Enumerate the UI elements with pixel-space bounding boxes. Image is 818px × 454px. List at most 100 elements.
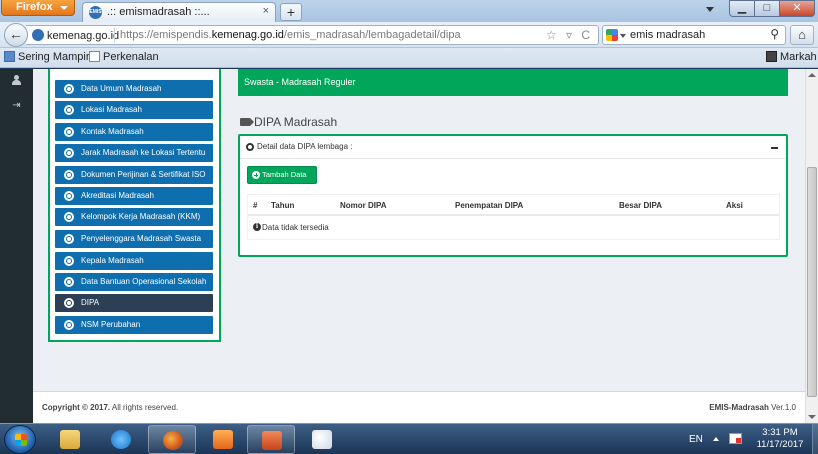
circle-dot-icon	[64, 320, 74, 330]
search-engine-dropdown-icon[interactable]	[620, 34, 626, 38]
list-tabs-icon[interactable]	[706, 7, 714, 12]
menu-item-label: Jarak Madrasah ke Lokasi Tertentu	[81, 148, 206, 157]
minimize-button[interactable]: ▁	[729, 0, 755, 17]
circle-dot-icon	[64, 277, 74, 287]
scroll-up-icon[interactable]	[808, 73, 816, 77]
plus-circle-icon	[252, 171, 260, 179]
start-button[interactable]	[4, 425, 36, 454]
scrollbar-thumb[interactable]	[807, 167, 817, 397]
table-row: i Data tidak tersedia	[248, 216, 779, 239]
col-nomor-dipa: Nomor DIPA	[340, 201, 387, 210]
media-player-icon	[213, 430, 233, 449]
section-title: DIPA Madrasah	[240, 115, 337, 129]
maximize-button[interactable]: □	[754, 0, 780, 17]
logout-icon[interactable]: ⇥	[11, 100, 22, 111]
circle-dot-icon	[64, 298, 74, 308]
new-tab-button[interactable]: +	[280, 3, 302, 21]
taskbar-clock[interactable]: 3:31 PM 11/17/2017	[752, 427, 808, 451]
taskbar-powerpoint[interactable]	[247, 425, 295, 454]
tag-icon	[240, 118, 254, 126]
menu-item-label: Kelompok Kerja Madrasah (KKM)	[81, 212, 201, 221]
menu-item-dipa[interactable]: DIPA	[55, 294, 213, 312]
copyright-year: Copyright © 2017.	[42, 403, 111, 412]
menu-item-kepala[interactable]: Kepala Madrasah	[55, 252, 213, 270]
site-identity[interactable]: kemenag.go.id	[32, 29, 119, 42]
search-input[interactable]: emis madrasah	[630, 29, 705, 41]
menu-item-kkm[interactable]: Kelompok Kerja Madrasah (KKM)	[55, 208, 213, 226]
web-page: ⇥ Data Umum Madrasah Lokasi Madrasah Kon…	[0, 69, 805, 423]
chevron-down-icon	[60, 6, 68, 10]
clock-date: 11/17/2017	[756, 439, 804, 450]
circle-dot-icon	[64, 212, 74, 222]
circle-dot-icon	[64, 105, 74, 115]
panel-header: Detail data DIPA lembaga :	[240, 136, 786, 159]
menu-item-jarak[interactable]: Jarak Madrasah ke Lokasi Tertentu	[55, 144, 213, 162]
col-number: #	[253, 201, 258, 210]
taskbar-paint[interactable]	[298, 425, 346, 454]
site-favicon-icon: EMIS	[89, 6, 102, 19]
col-aksi: Aksi	[726, 201, 743, 210]
window-controls: ▁ □ ✕	[729, 0, 815, 18]
page-scrollbar[interactable]	[805, 69, 818, 423]
url-text[interactable]: https://emispendis.kemenag.go.id/emis_ma…	[120, 29, 461, 41]
menu-item-label: Kontak Madrasah	[81, 127, 144, 136]
bookmarks-toolbar: Sering Mampir Perkenalan Markah	[0, 48, 818, 68]
url-separator	[114, 28, 115, 43]
menu-item-kontak[interactable]: Kontak Madrasah	[55, 123, 213, 141]
col-besar-dipa: Besar DIPA	[619, 201, 662, 210]
search-icon[interactable]: ⚲	[770, 27, 779, 41]
tab-close-icon[interactable]: ×	[263, 5, 269, 17]
firefox-menu-label: Firefox	[16, 1, 53, 13]
panel-title: Detail data DIPA lembaga :	[257, 142, 353, 151]
menu-item-akreditasi[interactable]: Akreditasi Madrasah	[55, 187, 213, 205]
bookmark-perkenalan[interactable]: Perkenalan	[89, 51, 159, 63]
bookmark-label: Sering Mampir	[18, 51, 90, 63]
circle-dot-icon	[64, 234, 74, 244]
copyright-text: Copyright © 2017. All rights reserved.	[42, 403, 178, 412]
action-center-flag-icon[interactable]	[729, 433, 742, 444]
site-identity-label: kemenag.go.id	[47, 30, 120, 42]
tab-emismadrasah[interactable]: EMIS .:: emismadrasah ::... ×	[82, 2, 276, 22]
menu-item-nsm-perubahan[interactable]: NSM Perubahan	[55, 316, 213, 334]
taskbar-media-player[interactable]	[199, 425, 247, 454]
taskbar-internet-explorer[interactable]	[97, 425, 145, 454]
lembaga-menu: Data Umum Madrasah Lokasi Madrasah Konta…	[48, 69, 221, 342]
collapse-icon[interactable]	[771, 147, 778, 149]
menu-item-lokasi[interactable]: Lokasi Madrasah	[55, 101, 213, 119]
menu-item-bos[interactable]: Data Bantuan Operasional Sekolah	[55, 273, 213, 291]
folder-icon	[60, 430, 80, 449]
show-desktop-button[interactable]	[812, 424, 818, 454]
tab-title: .:: emismadrasah ::...	[107, 6, 210, 18]
show-hidden-icons-icon[interactable]	[713, 437, 719, 441]
bookmark-sering-mampir[interactable]: Sering Mampir	[4, 51, 90, 63]
google-icon[interactable]	[606, 29, 618, 41]
paint-icon	[312, 430, 332, 449]
internet-explorer-icon	[111, 430, 131, 449]
tambah-data-button[interactable]: Tambah Data	[247, 166, 317, 184]
menu-item-label: DIPA	[81, 298, 100, 307]
taskbar-explorer[interactable]	[46, 425, 94, 454]
search-bar[interactable]: emis madrasah ⚲	[602, 25, 786, 45]
bookmark-star-icon[interactable]: ☆ ▿ C	[546, 28, 593, 42]
close-window-button[interactable]: ✕	[779, 0, 815, 17]
table-header: # Tahun Nomor DIPA Penempatan DIPA Besar…	[248, 195, 779, 216]
taskbar-firefox[interactable]	[148, 425, 196, 454]
menu-item-label: NSM Perubahan	[81, 320, 141, 329]
firefox-menu-button[interactable]: Firefox	[1, 0, 75, 16]
back-button[interactable]: ←	[4, 23, 28, 47]
user-icon[interactable]	[11, 75, 22, 86]
home-button[interactable]: ⌂	[790, 25, 814, 45]
circle-dot-icon	[64, 170, 74, 180]
page-footer: Copyright © 2017. All rights reserved. E…	[33, 391, 805, 423]
menu-item-penyelenggara[interactable]: Penyelenggara Madrasah Swasta	[55, 230, 213, 248]
bookmarks-menu[interactable]: Markah	[766, 51, 817, 63]
section-title-text: DIPA Madrasah	[254, 115, 338, 129]
menu-item-dokumen[interactable]: Dokumen Perijinan & Sertifikat ISO	[55, 166, 213, 184]
scroll-down-icon[interactable]	[808, 415, 816, 419]
browser-navbar: kemenag.go.id https://emispendis.kemenag…	[0, 22, 818, 48]
url-bar[interactable]: kemenag.go.id https://emispendis.kemenag…	[26, 25, 599, 45]
menu-item-data-umum[interactable]: Data Umum Madrasah	[55, 80, 213, 98]
menu-item-label: Dokumen Perijinan & Sertifikat ISO	[81, 170, 206, 179]
bookmarks-icon	[766, 51, 777, 62]
language-indicator[interactable]: EN	[689, 434, 703, 445]
